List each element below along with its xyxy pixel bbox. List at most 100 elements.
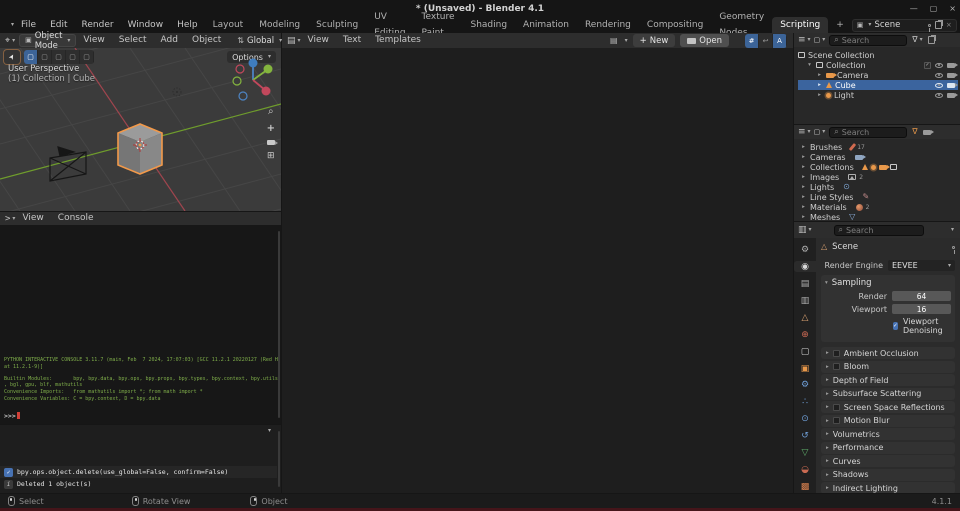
expand-icon[interactable]: ▸ — [800, 204, 807, 210]
transform-orientation-dropdown[interactable]: ⇅ Global ▾ — [232, 34, 287, 47]
info-scrollbar[interactable] — [278, 431, 280, 487]
expand-icon[interactable]: ▸ — [800, 184, 807, 190]
render-samples-field[interactable]: 64 — [892, 291, 951, 301]
python-console[interactable]: PYTHON INTERACTIVE CONSOLE 3.11.7 (main,… — [0, 225, 281, 424]
outliner-row-collection[interactable]: ▾ Collection ✓ — [798, 60, 958, 70]
blendfile-row-materials[interactable]: ▸Materials2 — [800, 202, 958, 212]
tab-output[interactable]: ▤ — [795, 278, 815, 289]
panel-ambient-occlusion[interactable]: ▸Ambient Occlusion — [821, 347, 955, 359]
panel-shadows[interactable]: ▸Shadows — [821, 469, 955, 481]
text-editor-body[interactable] — [282, 48, 793, 493]
display-filter-icon[interactable] — [923, 130, 931, 135]
add-workspace-button[interactable]: + — [828, 17, 852, 33]
move-view-icon[interactable]: + — [267, 123, 275, 134]
expand-icon[interactable]: ▸ — [800, 174, 807, 180]
text-menu-text[interactable]: Text — [336, 33, 368, 48]
panel-checkbox[interactable] — [833, 350, 840, 357]
tab-sculpting[interactable]: Sculpting — [308, 17, 366, 33]
editor-type-icon[interactable]: ▤ — [287, 36, 296, 46]
console-menu-console[interactable]: Console — [51, 211, 101, 226]
panel-checkbox[interactable] — [833, 404, 840, 411]
expand-icon[interactable]: ▸ — [800, 214, 807, 220]
collection-checkbox[interactable]: ✓ — [924, 62, 931, 69]
filter-icon[interactable]: ∇ — [912, 128, 917, 136]
tab-collection[interactable]: ▢ — [795, 346, 815, 357]
expand-icon[interactable]: ▸ — [816, 82, 823, 88]
active-tool-button[interactable]: ➤ — [4, 50, 20, 64]
blendfile-row-brushes[interactable]: ▸Brushes17 — [800, 142, 958, 152]
viewport-menu-add[interactable]: Add — [154, 33, 185, 48]
operator-checkbox-icon[interactable]: ✓ — [4, 468, 13, 477]
tab-modeling[interactable]: Modeling — [251, 17, 308, 33]
log-row-info[interactable]: i Deleted 1 object(s) — [0, 478, 277, 490]
disable-render-icon[interactable] — [947, 93, 955, 98]
panel-performance[interactable]: ▸Performance — [821, 442, 955, 454]
tab-object-data[interactable]: ▽ — [795, 448, 815, 459]
hide-eye-icon[interactable] — [935, 63, 943, 68]
navigation-gizmo[interactable] — [229, 56, 277, 104]
blendfile-row-lights[interactable]: ▸Lights⊙ — [800, 182, 958, 192]
camera-view-icon[interactable] — [267, 140, 275, 145]
text-menu-templates[interactable]: Templates — [368, 33, 428, 48]
editor-type-icon[interactable]: > — [5, 214, 10, 224]
hide-eye-icon[interactable] — [935, 83, 943, 88]
tab-object[interactable]: ▣ — [795, 363, 815, 374]
expand-icon[interactable]: ▸ — [816, 72, 823, 78]
select-mode-extend-button[interactable]: ▢ — [38, 50, 52, 64]
tab-compositing[interactable]: Compositing — [639, 17, 711, 33]
tab-shading[interactable]: Shading — [462, 17, 515, 33]
syntax-highlight-toggle[interactable]: A — [773, 34, 787, 48]
panel-curves[interactable]: ▸Curves — [821, 455, 955, 467]
blendfile-row-cameras[interactable]: ▸Cameras — [800, 152, 958, 162]
blendfile-row-collections[interactable]: ▸Collections — [800, 162, 958, 172]
outliner-row-light[interactable]: ▸ Light — [798, 90, 958, 100]
editor-type-icon[interactable]: ≡ — [798, 127, 806, 137]
maximize-button[interactable]: ▢ — [930, 4, 938, 13]
panel-checkbox[interactable] — [833, 417, 840, 424]
select-mode-invert-button[interactable]: ▢ — [66, 50, 80, 64]
new-scene-icon[interactable] — [935, 21, 942, 29]
tab-layout[interactable]: Layout — [205, 17, 252, 33]
expand-icon[interactable]: ▸ — [800, 194, 807, 200]
panel-volumetrics[interactable]: ▸Volumetrics — [821, 428, 955, 440]
pin-icon[interactable] — [928, 24, 931, 27]
text-datablock-icon[interactable]: ▤ — [610, 37, 618, 45]
hide-eye-icon[interactable] — [935, 93, 943, 98]
blendfile-row-images[interactable]: ▸Images2 — [800, 172, 958, 182]
expand-icon[interactable]: ▾ — [806, 62, 813, 68]
editor-type-icon[interactable]: ≡ — [798, 35, 806, 45]
viewport-3d[interactable]: ➤ ▢ ▢ ▢ ▢ ▢ Options ▾ User Perspective (… — [0, 48, 281, 211]
tab-tool[interactable]: ⚙ — [795, 244, 815, 255]
menu-help[interactable]: Help — [170, 18, 205, 33]
disable-render-icon[interactable] — [947, 83, 955, 88]
tab-particles[interactable]: ∴ — [795, 397, 815, 408]
select-mode-intersect-button[interactable]: ▢ — [80, 50, 94, 64]
tab-modifiers[interactable]: ⚙ — [795, 380, 815, 391]
properties-search-input[interactable]: ⌕ Search — [834, 225, 924, 236]
info-editor[interactable]: ▾ ✓ bpy.ops.object.delete(use_global=Fal… — [0, 425, 281, 493]
scene-selector[interactable]: ▣ ▾ Scene × — [852, 19, 957, 32]
expand-icon[interactable]: ▸ — [800, 154, 807, 160]
log-row-operator[interactable]: ✓ bpy.ops.object.delete(use_global=False… — [0, 466, 277, 478]
panel-checkbox[interactable] — [833, 363, 840, 370]
tab-constraints[interactable]: ↺ — [795, 431, 815, 442]
expand-icon[interactable]: ▸ — [816, 92, 823, 98]
console-scrollbar[interactable] — [278, 231, 280, 418]
editor-type-icon[interactable]: ⌖ — [5, 36, 10, 46]
mode-dropdown[interactable]: ▣ Object Mode ▾ — [19, 34, 76, 47]
word-wrap-toggle[interactable]: ↩ — [759, 34, 773, 48]
viewport-denoising-checkbox[interactable]: ✓ — [893, 322, 898, 330]
console-menu-view[interactable]: View — [15, 211, 50, 226]
disable-render-icon[interactable] — [947, 63, 955, 68]
open-text-button[interactable]: Open — [680, 34, 729, 47]
render-engine-dropdown[interactable]: EEVEE ▾ — [888, 260, 955, 271]
tab-view-layer[interactable]: ▥ — [795, 295, 815, 306]
tab-rendering[interactable]: Rendering — [577, 17, 639, 33]
panel-motion-blur[interactable]: ▸Motion Blur — [821, 415, 955, 427]
outliner-row-cube[interactable]: ▸ Cube — [798, 80, 958, 90]
editor-type-icon[interactable]: ▥ — [798, 225, 807, 235]
viewport-menu-view[interactable]: View — [76, 33, 111, 48]
tab-scene[interactable]: △ — [795, 312, 815, 323]
sampling-panel-header[interactable]: ▾ Sampling — [825, 277, 951, 288]
zoom-icon[interactable]: ⌕ — [268, 106, 274, 117]
